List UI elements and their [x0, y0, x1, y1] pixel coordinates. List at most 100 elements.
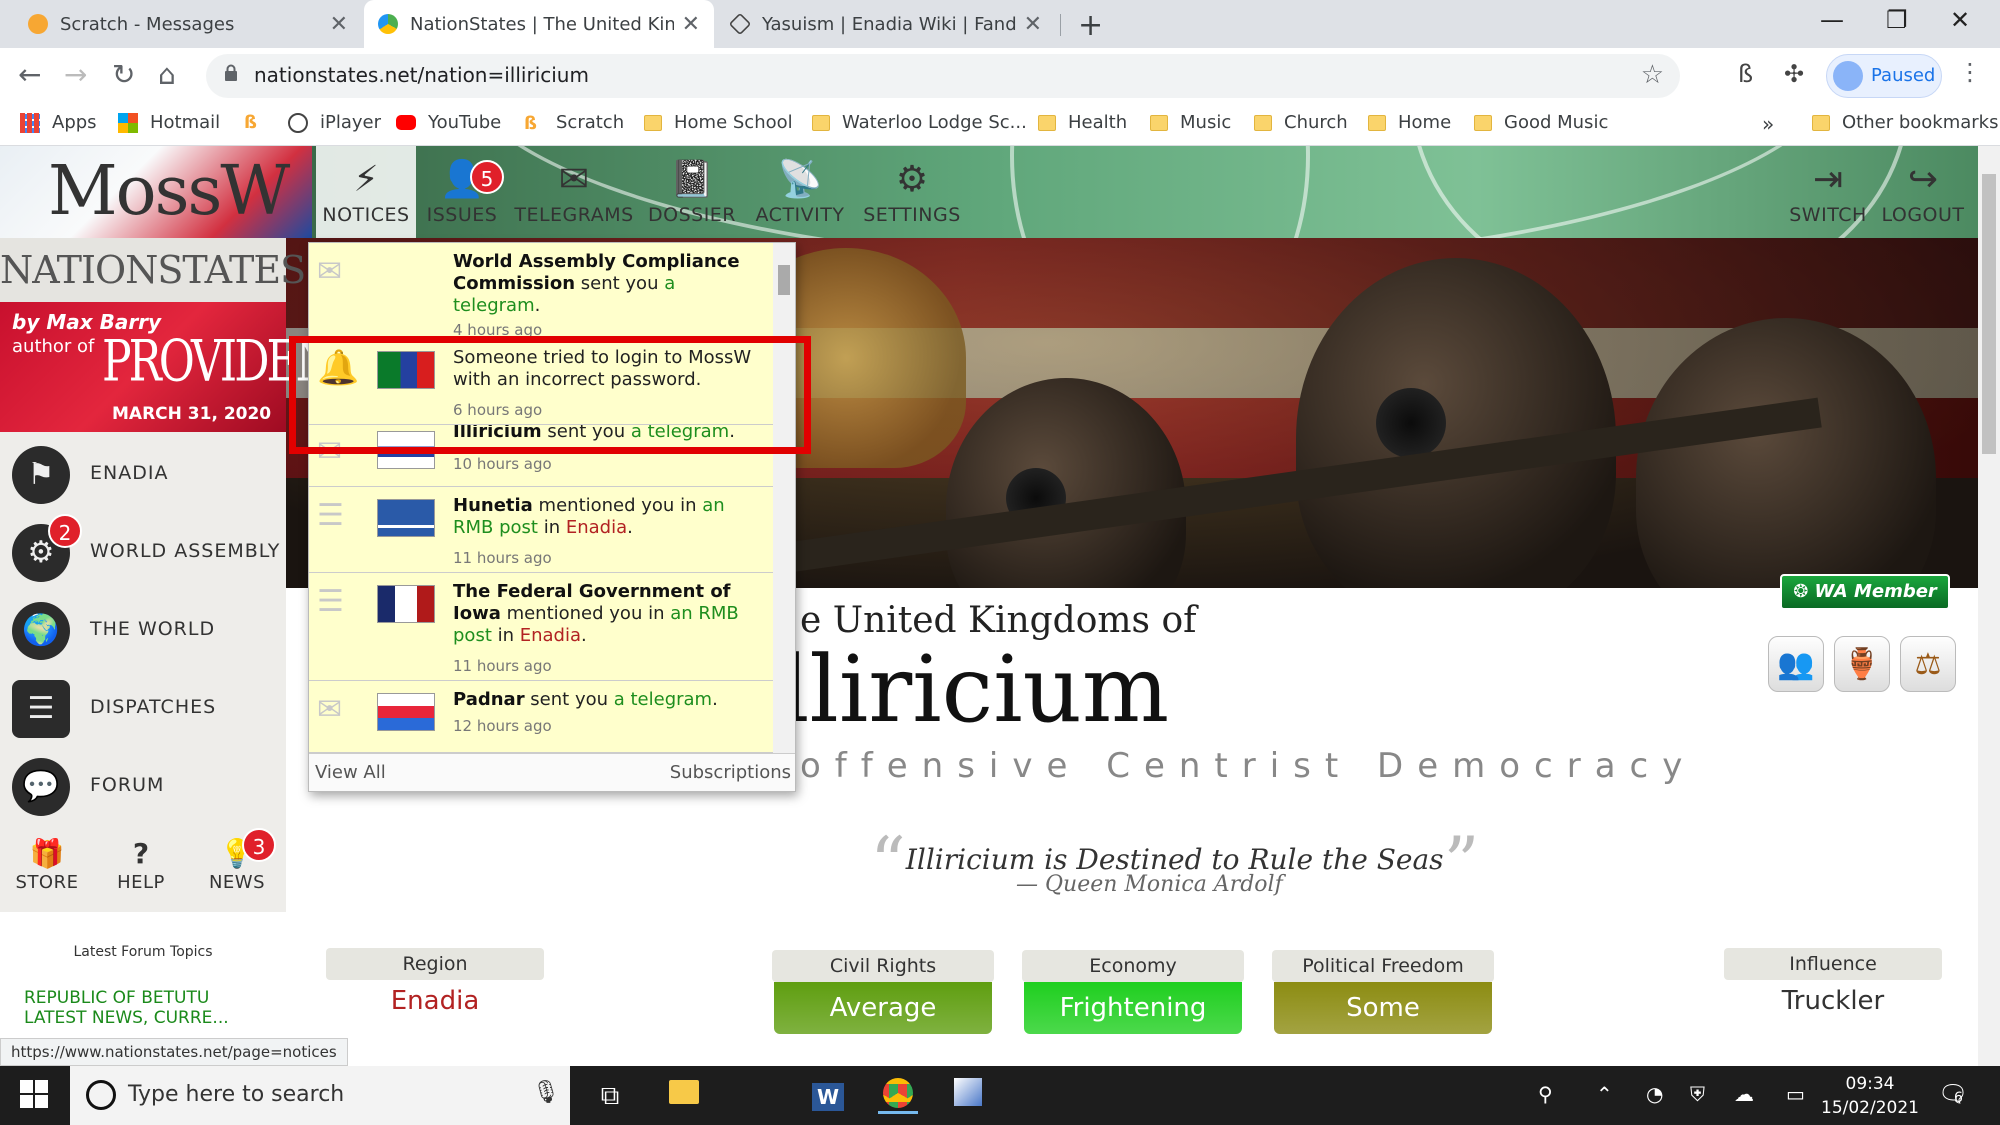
stat-economy-value[interactable]: Frightening	[1024, 982, 1242, 1034]
view-all-link[interactable]: View All	[315, 762, 386, 783]
nav-telegrams[interactable]: ✉ TELEGRAMS	[512, 146, 636, 238]
stat-region-link[interactable]: Enadia	[326, 986, 544, 1016]
bookmark-apps[interactable]: Apps	[20, 112, 97, 133]
tab-nationstates[interactable]: NationStates | The United Kingdo ✕	[364, 0, 714, 48]
question-mark-icon: ?	[132, 837, 150, 870]
close-tab-icon[interactable]: ✕	[682, 12, 700, 37]
bookmark-health[interactable]: Health	[1038, 112, 1127, 133]
forum-topic-link[interactable]: REPUBLIC OF BETUTU LATEST NEWS, CURRE...	[24, 988, 229, 1028]
forward-button[interactable]: →	[64, 58, 87, 91]
notice-item[interactable]: ✉ Padnar sent you a telegram. 12 hours a…	[309, 681, 773, 753]
browser-menu-icon[interactable]: ⋮	[1958, 58, 1982, 86]
nav-logout[interactable]: ↪ LOGOUT	[1880, 146, 1966, 238]
stat-political-freedom-value[interactable]: Some	[1274, 982, 1492, 1034]
nav-switch[interactable]: ⇥ SWITCH	[1786, 146, 1870, 238]
microphone-icon[interactable]: 🎙	[532, 1080, 560, 1105]
url-text[interactable]: nationstates.net/nation=illiricium	[254, 63, 589, 87]
battery-icon[interactable]: ▭	[1786, 1082, 1805, 1106]
nationstates-brand[interactable]: NATIONSTATES	[0, 238, 306, 302]
bookmark-music[interactable]: Music	[1150, 112, 1231, 133]
close-window-button[interactable]: ✕	[1950, 6, 1970, 34]
notices-scrollbar-thumb[interactable]	[778, 265, 790, 295]
taskbar-search-box[interactable]: Type here to search 🎙	[70, 1066, 570, 1125]
profile-paused-button[interactable]: Paused	[1826, 54, 1942, 98]
justice-scales-icon[interactable]: ⚖	[1900, 636, 1956, 692]
bookmark-good-music[interactable]: Good Music	[1474, 112, 1608, 133]
show-hidden-icons-icon[interactable]: ⌃	[1596, 1082, 1613, 1106]
notice-region-link[interactable]: Enadia	[520, 625, 581, 646]
lock-icon[interactable]	[224, 64, 238, 82]
wa-member-badge[interactable]: ❂ WA Member	[1780, 574, 1950, 610]
bookmark-scratch[interactable]: ß Scratch	[524, 112, 624, 134]
home-button[interactable]: ⌂	[158, 58, 176, 91]
tab-yasuism-wiki[interactable]: Yasuism | Enadia Wiki | Fandom ✕	[716, 0, 1056, 48]
bookmark-scratch-icon-only[interactable]: ß	[244, 112, 276, 133]
bookmark-home-school[interactable]: Home School	[644, 112, 793, 133]
page-scrollbar[interactable]	[1978, 146, 2000, 1066]
nav-notices[interactable]: ⚡ NOTICES	[316, 146, 416, 238]
notice-sender[interactable]: Hunetia	[453, 495, 533, 516]
bookmark-hotmail[interactable]: Hotmail	[118, 112, 220, 133]
subscriptions-link[interactable]: Subscriptions	[670, 762, 791, 783]
notice-region-link[interactable]: Enadia	[566, 517, 627, 538]
extensions-puzzle-icon[interactable]: ✣	[1784, 60, 1804, 88]
notice-item[interactable]: ✉ World Assembly Compliance Commission s…	[309, 243, 773, 339]
page-scrollbar-thumb[interactable]	[1982, 174, 1996, 454]
notice-item[interactable]: ☰ The Federal Government of Iowa mention…	[309, 573, 773, 681]
people-tray-icon[interactable]: ⚲	[1538, 1082, 1553, 1106]
wifi-icon[interactable]: ◔	[1646, 1082, 1663, 1106]
economy-pot-icon[interactable]: 🏺	[1834, 636, 1890, 692]
sidebar-store[interactable]: 🎁 STORE	[2, 836, 92, 893]
bookmark-church[interactable]: Church	[1254, 112, 1348, 133]
bookmark-home[interactable]: Home	[1368, 112, 1451, 133]
sidebar-help[interactable]: ? HELP	[96, 836, 186, 893]
people-icon[interactable]: 👥	[1768, 636, 1824, 692]
notices-scrollbar[interactable]	[773, 243, 795, 753]
action-center-icon[interactable]: 🗨 6	[1938, 1080, 1968, 1108]
snipping-tool-icon[interactable]	[948, 1078, 988, 1114]
sidebar-item-dispatches[interactable]: ☰ DISPATCHES	[0, 670, 286, 748]
scratch-extension-icon[interactable]: ß	[1738, 60, 1753, 88]
close-quote-icon: ”	[1443, 822, 1480, 904]
nav-issues[interactable]: 👤 ISSUES 5	[418, 146, 506, 238]
reload-button[interactable]: ↻	[112, 58, 135, 91]
bookmark-star-icon[interactable]: ☆	[1641, 60, 1664, 90]
other-bookmarks[interactable]: Other bookmarks	[1812, 112, 1998, 133]
providence-book-ad[interactable]: by Max Barry author of PROVIDENCE MARCH …	[0, 302, 394, 432]
nav-activity[interactable]: 📡 ACTIVITY	[750, 146, 850, 238]
sidebar-item-enadia[interactable]: ⚑ ENADIA	[0, 436, 286, 514]
sidebar-item-the-world[interactable]: 🌍 THE WORLD	[0, 592, 286, 670]
word-icon[interactable]: W	[808, 1078, 848, 1114]
notice-item[interactable]: ☰ Hunetia mentioned you in an RMB post i…	[309, 487, 773, 573]
nav-settings[interactable]: ⚙ SETTINGS	[860, 146, 964, 238]
task-view-icon[interactable]: ⧉	[590, 1078, 630, 1114]
close-tab-icon[interactable]: ✕	[1024, 12, 1042, 37]
taskbar-clock[interactable]: 09:34 15/02/2021	[1820, 1072, 1920, 1120]
bookmark-iplayer[interactable]: iPlayer	[288, 112, 381, 133]
stat-civil-rights-value[interactable]: Average	[774, 982, 992, 1034]
sidebar-item-forum[interactable]: 💬 FORUM	[0, 748, 286, 826]
restore-button[interactable]: ❐	[1886, 6, 1908, 34]
new-tab-button[interactable]: +	[1078, 8, 1103, 43]
address-bar[interactable]: nationstates.net/nation=illiricium ☆	[206, 54, 1680, 98]
onedrive-warning-icon[interactable]: ☁	[1734, 1082, 1754, 1106]
more-bookmarks-button[interactable]: »	[1762, 112, 1774, 136]
minimize-button[interactable]: —	[1820, 6, 1844, 34]
tab-scratch-messages[interactable]: Scratch - Messages ✕	[14, 0, 362, 48]
bookmark-waterloo-lodge[interactable]: Waterloo Lodge Sc...	[812, 112, 1027, 133]
nation-logo[interactable]: MossW	[0, 146, 312, 238]
back-button[interactable]: ←	[18, 58, 41, 91]
chrome-icon[interactable]	[878, 1078, 918, 1114]
notice-telegram-link[interactable]: a telegram	[614, 689, 712, 710]
nav-dossier[interactable]: 📓 DOSSIER	[644, 146, 740, 238]
link-status-bar: https://www.nationstates.net/page=notice…	[0, 1038, 348, 1066]
windows-start-icon[interactable]	[20, 1080, 48, 1108]
notice-sender[interactable]: Padnar	[453, 689, 525, 710]
close-tab-icon[interactable]: ✕	[330, 12, 348, 37]
sidebar-item-world-assembly[interactable]: ⚙ WORLD ASSEMBLY 2	[0, 514, 286, 592]
sidebar-news[interactable]: 💡 NEWS 3	[192, 828, 282, 893]
security-icon[interactable]: ⛨	[1690, 1082, 1705, 1106]
bookmark-youtube[interactable]: YouTube	[396, 112, 501, 133]
file-explorer-icon[interactable]	[664, 1078, 704, 1114]
stat-influence-value[interactable]: Truckler	[1724, 986, 1942, 1016]
